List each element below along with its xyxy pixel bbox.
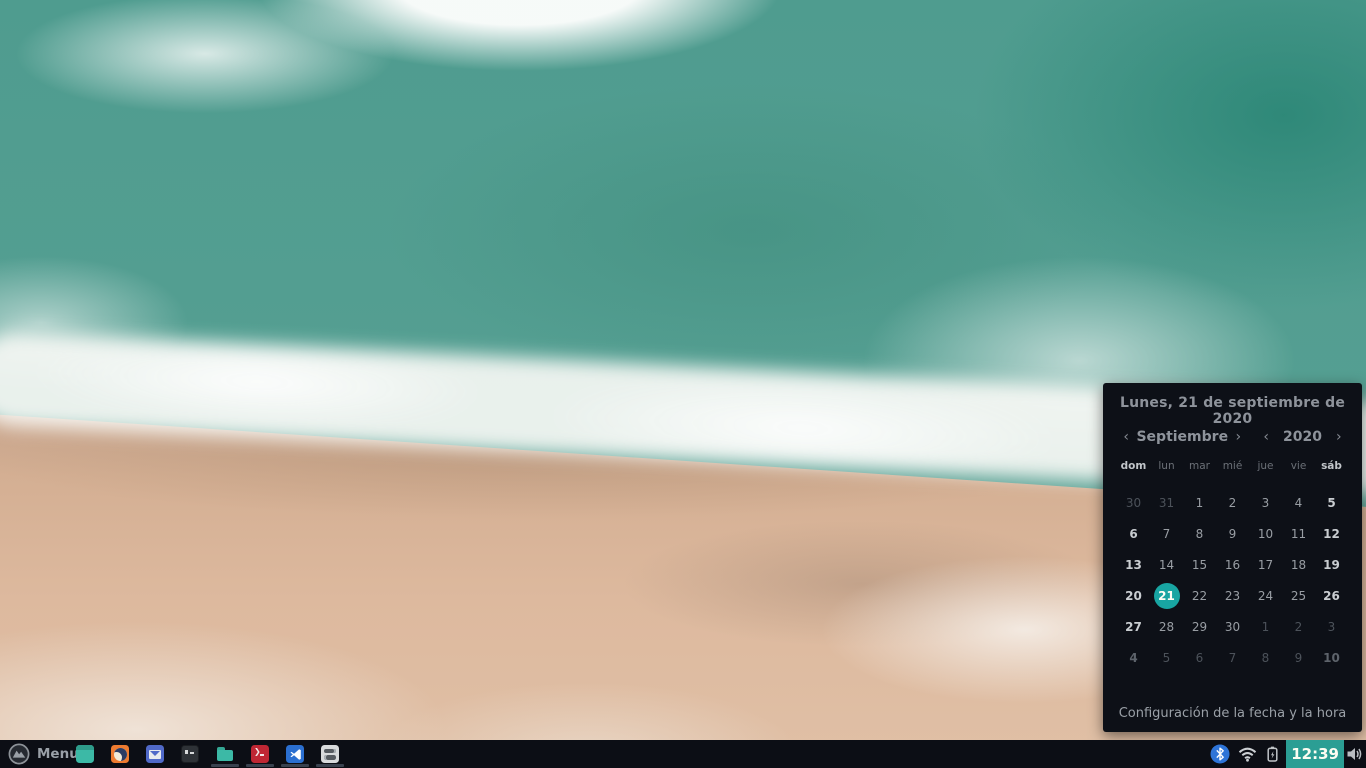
wifi-icon[interactable] (1238, 746, 1257, 762)
calendar-day[interactable]: 29 (1183, 611, 1216, 642)
mail-launcher[interactable] (145, 744, 165, 764)
bluetooth-icon[interactable] (1210, 744, 1230, 764)
files-icon (216, 745, 234, 763)
taskbar: Menu (0, 740, 1366, 768)
calendar-day[interactable]: 14 (1150, 549, 1183, 580)
firefox-launcher[interactable] (110, 744, 130, 764)
month-label: Septiembre (1136, 429, 1228, 445)
calendar-popup: Lunes, 21 de septiembre de 2020 ‹ Septie… (1103, 383, 1362, 732)
calendar-day[interactable]: 1 (1249, 611, 1282, 642)
year-label: 2020 (1276, 429, 1328, 445)
calendar-day[interactable]: 18 (1282, 549, 1315, 580)
terminal-icon (181, 745, 199, 763)
calendar-day[interactable]: 19 (1315, 549, 1348, 580)
calendar-day[interactable]: 15 (1183, 549, 1216, 580)
next-month-button[interactable]: › (1228, 429, 1248, 445)
calendar-day[interactable]: 24 (1249, 580, 1282, 611)
calendar-day[interactable]: 27 (1117, 611, 1150, 642)
calendar-day[interactable]: 10 (1249, 518, 1282, 549)
calendar-day[interactable]: 10 (1315, 642, 1348, 673)
calendar-day[interactable]: 9 (1216, 518, 1249, 549)
calendar-day[interactable]: 2 (1282, 611, 1315, 642)
calendar-day[interactable]: 31 (1150, 487, 1183, 518)
calendar-day-header: jue (1249, 457, 1282, 475)
notes-icon (321, 745, 339, 763)
calendar-day-header: sáb (1315, 457, 1348, 475)
prev-month-button[interactable]: ‹ (1116, 429, 1136, 445)
launcher-strip (75, 740, 340, 768)
calendar-day-selected[interactable]: 21 (1154, 583, 1180, 609)
calendar-day[interactable]: 22 (1183, 580, 1216, 611)
next-year-button[interactable]: › (1329, 429, 1349, 445)
calendar-day[interactable]: 5 (1315, 487, 1348, 518)
calendar-day[interactable]: 4 (1282, 487, 1315, 518)
show-desktop-launcher[interactable] (75, 744, 95, 764)
calendar-day[interactable]: 7 (1216, 642, 1249, 673)
window-icon (76, 745, 94, 763)
firefox-icon (111, 745, 129, 763)
calendar-day[interactable]: 30 (1216, 611, 1249, 642)
calendar-day[interactable]: 11 (1282, 518, 1315, 549)
datetime-settings-link[interactable]: Configuración de la fecha y la hora (1103, 706, 1362, 721)
calendar-day-header: mié (1216, 457, 1249, 475)
calendar-day-header: vie (1282, 457, 1315, 475)
calendar-date-title: Lunes, 21 de septiembre de 2020 (1103, 395, 1362, 427)
calendar-day[interactable]: 20 (1117, 580, 1150, 611)
volume-icon[interactable] (1346, 746, 1364, 762)
calendar-day[interactable]: 6 (1117, 518, 1150, 549)
notes-launcher[interactable] (320, 744, 340, 764)
calendar-day[interactable]: 23 (1216, 580, 1249, 611)
calendar-day-header: dom (1117, 457, 1150, 475)
calendar-day[interactable]: 12 (1315, 518, 1348, 549)
calendar-day[interactable]: 30 (1117, 487, 1150, 518)
clock[interactable]: 12:39 (1286, 740, 1344, 768)
calendar-day[interactable]: 9 (1282, 642, 1315, 673)
calendar-day[interactable]: 17 (1249, 549, 1282, 580)
root-terminal-launcher[interactable] (250, 744, 270, 764)
mint-logo-icon (8, 743, 30, 765)
terminal-red-icon (251, 745, 269, 763)
calendar-day-header: mar (1183, 457, 1216, 475)
calendar-day[interactable]: 5 (1150, 642, 1183, 673)
calendar-day-header: lun (1150, 457, 1183, 475)
calendar-weekday-headers: domlunmarmiéjueviesáb (1117, 457, 1348, 475)
system-tray: 12:39 (1210, 740, 1366, 768)
calendar-day[interactable]: 3 (1315, 611, 1348, 642)
calendar-day[interactable]: 8 (1183, 518, 1216, 549)
prev-year-button[interactable]: ‹ (1256, 429, 1276, 445)
calendar-day[interactable]: 28 (1150, 611, 1183, 642)
calendar-day[interactable]: 16 (1216, 549, 1249, 580)
terminal-launcher[interactable] (180, 744, 200, 764)
calendar-day[interactable]: 13 (1117, 549, 1150, 580)
calendar-day[interactable]: 6 (1183, 642, 1216, 673)
vscode-icon (286, 745, 304, 763)
mail-icon (146, 745, 164, 763)
calendar-day[interactable]: 7 (1150, 518, 1183, 549)
calendar-day[interactable]: 26 (1315, 580, 1348, 611)
menu-label: Menu (37, 746, 79, 762)
calendar-day[interactable]: 25 (1282, 580, 1315, 611)
vscode-launcher[interactable] (285, 744, 305, 764)
calendar-day[interactable]: 3 (1249, 487, 1282, 518)
calendar-day[interactable]: 1 (1183, 487, 1216, 518)
desktop: Lunes, 21 de septiembre de 2020 ‹ Septie… (0, 0, 1366, 768)
calendar-day[interactable]: 8 (1249, 642, 1282, 673)
calendar-day-grid: 3031123456789101112131415161718192021222… (1117, 487, 1348, 673)
calendar-day[interactable]: 2 (1216, 487, 1249, 518)
calendar-day[interactable]: 4 (1117, 642, 1150, 673)
files-launcher[interactable] (215, 744, 235, 764)
battery-icon[interactable] (1265, 745, 1280, 763)
calendar-navigation: ‹ Septiembre › ‹ 2020 › (1116, 426, 1349, 448)
